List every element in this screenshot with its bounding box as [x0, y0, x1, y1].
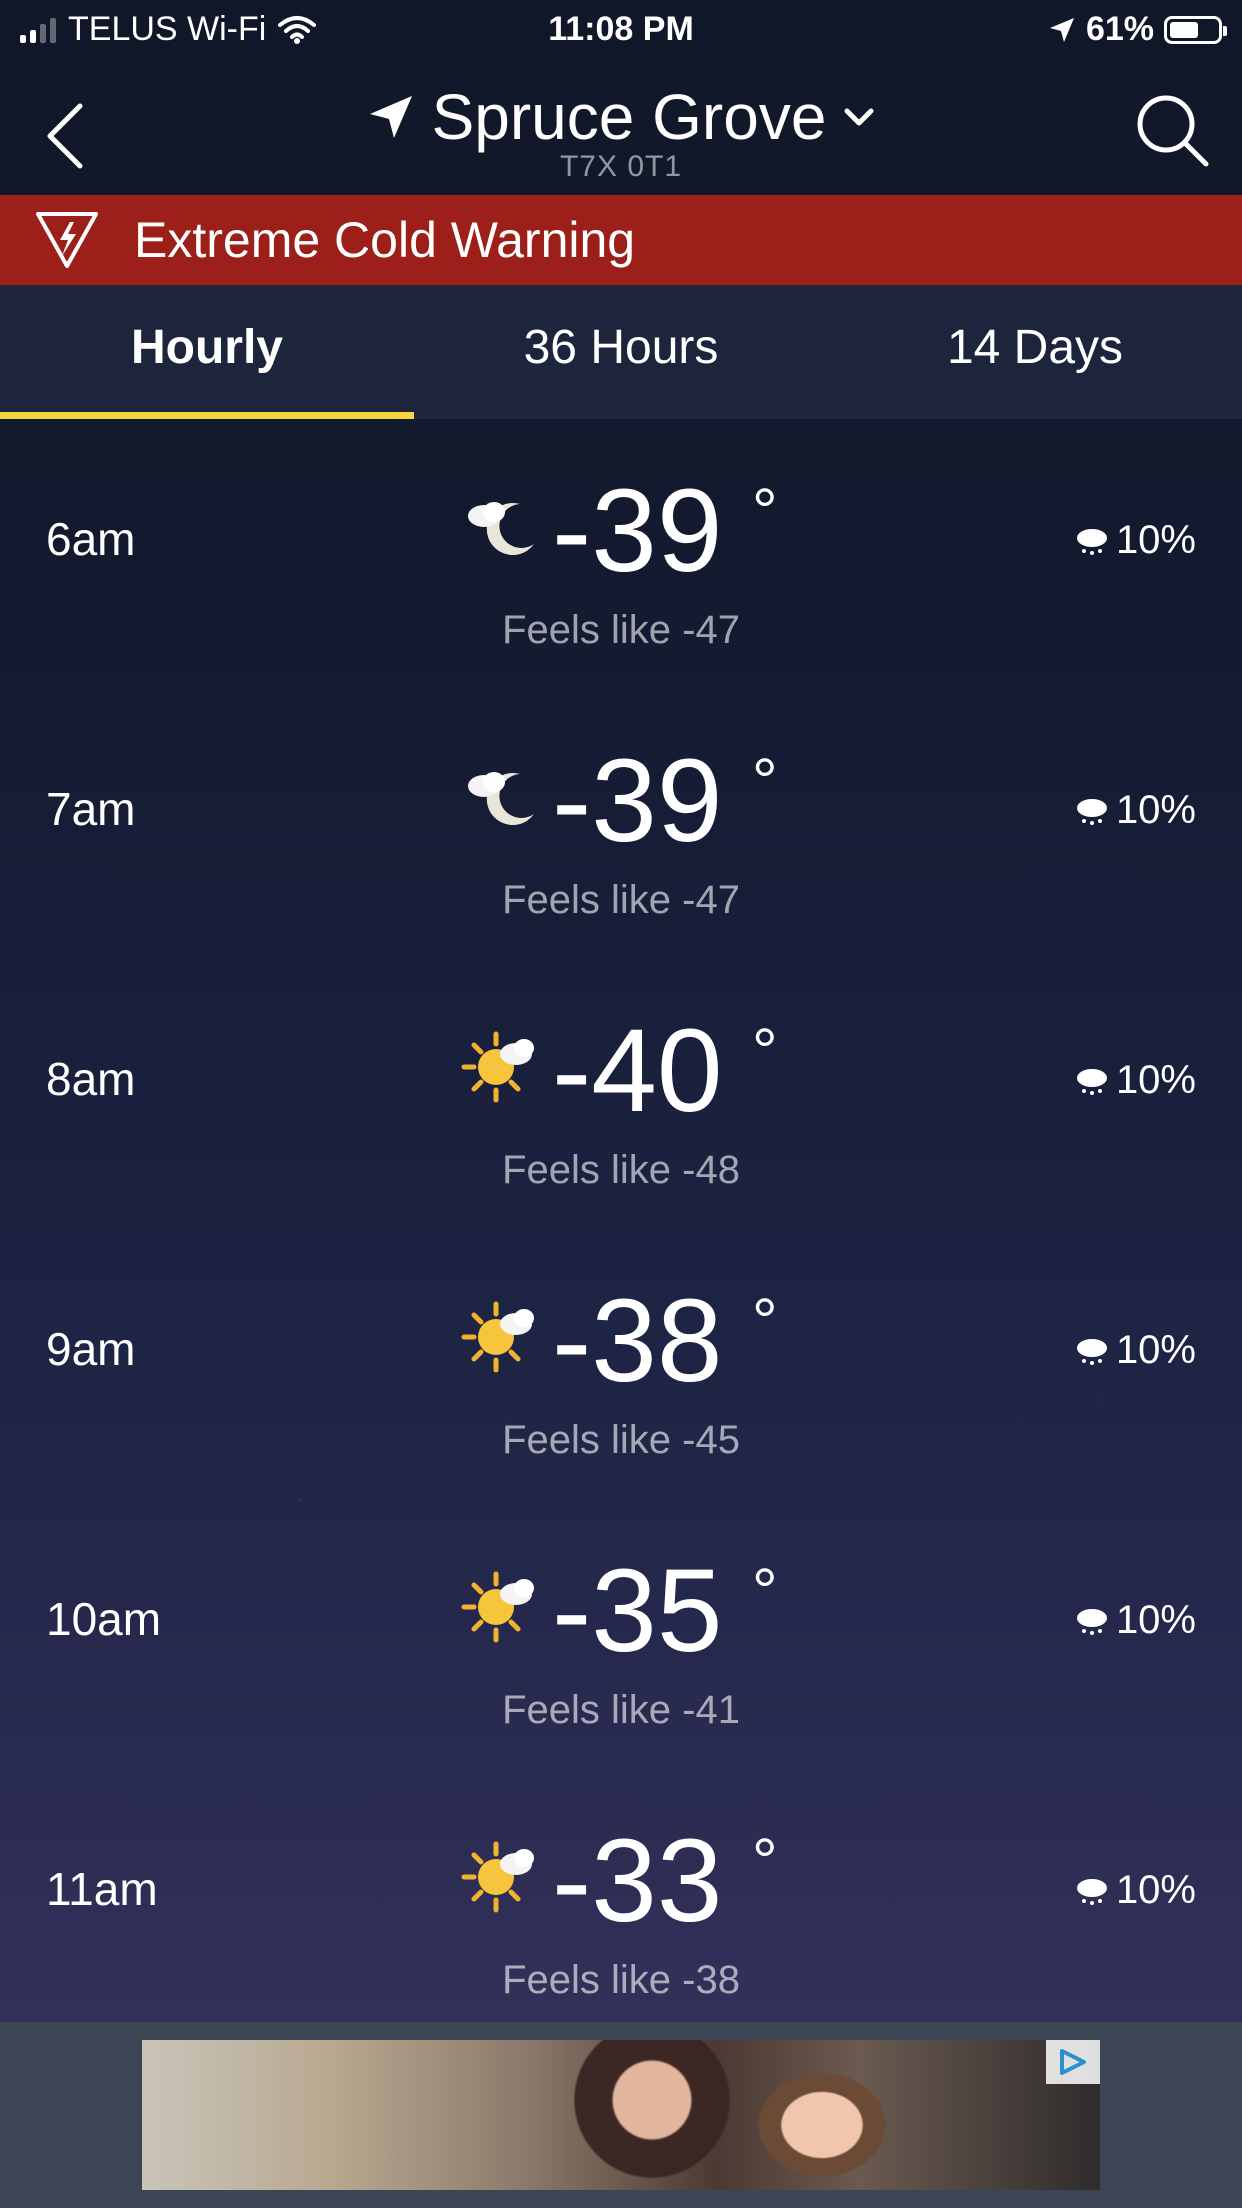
temperature: -39	[552, 465, 723, 597]
hour-label: 10am	[46, 1593, 162, 1645]
feels-like: Feels like -48	[502, 1148, 740, 1192]
degree-symbol: °	[752, 1825, 778, 1897]
ad-container	[0, 2022, 1242, 2208]
tab-36-hours[interactable]: 36 Hours	[414, 285, 828, 419]
hourly-row[interactable]: 7am -39 ° Feels like -47 10%	[0, 690, 1242, 960]
precip-chance: 10%	[1115, 1598, 1196, 1642]
sun-cloud-icon	[461, 1571, 534, 1643]
feels-like: Feels like -47	[502, 878, 740, 922]
city-name: Spruce Grove	[431, 81, 827, 153]
feels-like: Feels like -41	[502, 1688, 740, 1732]
precipitation: 10%	[1074, 518, 1196, 563]
snow-cloud-icon	[1076, 1338, 1107, 1365]
ad-photo-child	[742, 2060, 902, 2190]
chevron-down-icon	[844, 108, 874, 126]
battery-icon	[1164, 15, 1227, 44]
status-bar: TELUS Wi-Fi 11:08 PM 61%	[0, 0, 1242, 60]
hour-label: 7am	[46, 783, 136, 835]
alert-text: Extreme Cold Warning	[134, 212, 636, 268]
temperature: -40	[552, 1005, 723, 1137]
battery-percent: 61%	[1085, 10, 1154, 48]
tab-hourly[interactable]: Hourly	[0, 285, 414, 419]
snow-cloud-icon	[1076, 1068, 1107, 1095]
location-header: Spruce Grove T7X 0T1	[0, 72, 1242, 192]
hourly-row[interactable]: 11am -33 ° Feels like -38 10%	[0, 1770, 1242, 2040]
sun-cloud-icon	[461, 1031, 534, 1103]
forecast-tabs: Hourly 36 Hours 14 Days	[0, 285, 1242, 419]
feels-like: Feels like -45	[502, 1418, 740, 1462]
snow-cloud-icon	[1076, 798, 1107, 825]
hour-label: 11am	[46, 1863, 158, 1915]
snow-cloud-icon	[1076, 1608, 1107, 1635]
precipitation: 10%	[1074, 1868, 1196, 1913]
location-selector[interactable]: Spruce Grove	[366, 80, 877, 154]
ad-banner-image[interactable]	[142, 2040, 1100, 2190]
temperature: -39	[552, 735, 723, 867]
hourly-row[interactable]: 10am -35 ° Feels like -41 10%	[0, 1500, 1242, 1770]
moon-cloud-icon	[468, 502, 534, 555]
hourly-forecast-list: 6am -39 ° Feels like -47 10% 7am -39 ° Fee…	[0, 420, 1242, 2040]
degree-symbol: °	[752, 1015, 778, 1087]
location-arrow-icon	[1049, 17, 1074, 42]
precipitation: 10%	[1074, 1058, 1196, 1103]
sun-cloud-icon	[461, 1841, 534, 1913]
search-icon[interactable]	[1132, 90, 1212, 170]
postal-code: T7X 0T1	[559, 150, 683, 183]
precip-chance: 10%	[1115, 1328, 1196, 1372]
snow-cloud-icon	[1076, 528, 1107, 555]
hourly-row[interactable]: 8am -40 ° Feels like -48 10%	[0, 960, 1242, 1230]
hour-label: 8am	[46, 1053, 136, 1105]
precipitation: 10%	[1074, 1328, 1196, 1373]
temperature: -35	[552, 1545, 723, 1677]
temperature: -33	[552, 1815, 723, 1947]
hour-label: 9am	[46, 1323, 136, 1375]
feels-like: Feels like -38	[502, 1958, 740, 2002]
degree-symbol: °	[752, 1285, 778, 1357]
precip-chance: 10%	[1115, 518, 1196, 562]
degree-symbol: °	[752, 745, 778, 817]
feels-like: Feels like -47	[502, 608, 740, 652]
precip-chance: 10%	[1115, 1868, 1196, 1912]
adchoices-icon[interactable]	[1046, 2040, 1100, 2084]
degree-symbol: °	[752, 475, 778, 547]
hourly-row[interactable]: 9am -38 ° Feels like -45 10%	[0, 1230, 1242, 1500]
ad-photo-person	[562, 2040, 742, 2190]
temperature: -38	[552, 1275, 723, 1407]
weather-alert-banner[interactable]: Extreme Cold Warning	[0, 195, 1242, 285]
precip-chance: 10%	[1115, 1058, 1196, 1102]
precipitation: 10%	[1074, 1598, 1196, 1643]
degree-symbol: °	[752, 1555, 778, 1627]
snow-cloud-icon	[1076, 1878, 1107, 1905]
sun-cloud-icon	[461, 1301, 534, 1373]
hourly-row[interactable]: 6am -39 ° Feels like -47 10%	[0, 420, 1242, 690]
location-arrow-icon	[369, 96, 412, 138]
warning-triangle-icon	[36, 212, 98, 268]
precipitation: 10%	[1074, 788, 1196, 833]
tab-14-days[interactable]: 14 Days	[828, 285, 1242, 419]
hour-label: 6am	[46, 513, 136, 565]
moon-cloud-icon	[468, 772, 534, 825]
precip-chance: 10%	[1115, 788, 1196, 832]
